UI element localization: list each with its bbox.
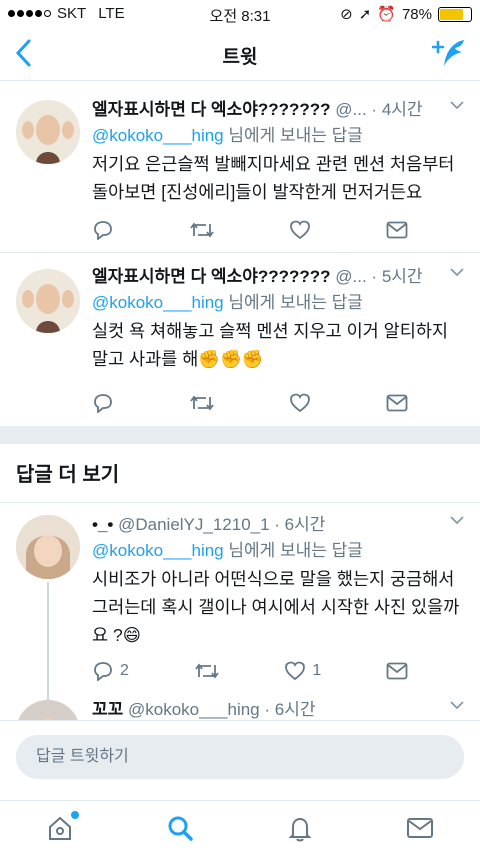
heart-icon xyxy=(285,661,306,681)
author-name[interactable]: 엘자표시하면 다 엑소야??????? xyxy=(92,100,331,119)
tweet-text: 시비조가 아니라 어떤식으로 말을 했는지 궁금해서 그러는데 혹시 갤이나 여… xyxy=(92,569,460,645)
like-button[interactable]: 1 xyxy=(284,661,321,681)
heart-icon xyxy=(290,393,311,413)
messages-icon xyxy=(407,818,433,838)
tab-messages[interactable] xyxy=(405,813,435,843)
heart-icon xyxy=(290,220,311,240)
reply-context: @kokoko___hing 님에게 보내는 답글 xyxy=(92,289,464,317)
tab-bar xyxy=(0,800,480,855)
home-icon xyxy=(49,816,71,840)
avatar[interactable] xyxy=(16,269,80,333)
tweet-menu-button[interactable] xyxy=(450,100,464,110)
more-replies-heading: 답글 더 보기 xyxy=(16,464,120,486)
reply-button[interactable] xyxy=(92,393,114,413)
chevron-down-icon xyxy=(450,101,464,110)
mention-link[interactable]: @kokoko___hing xyxy=(92,541,224,560)
reply-context: @kokoko___hing 님에게 보내는 답글 xyxy=(92,537,464,565)
avatar[interactable] xyxy=(16,515,80,579)
tweet-text: 실컷 욕 쳐해놓고 슬쩍 멘션 지우고 이거 알티하지 말고 사과를 해✊✊✊ xyxy=(92,321,449,369)
tweet-menu-button[interactable] xyxy=(450,515,464,525)
tab-search[interactable] xyxy=(165,813,195,843)
chevron-down-icon xyxy=(450,516,464,525)
mention-link[interactable]: @kokoko___hing xyxy=(92,293,224,312)
battery-icon xyxy=(438,6,472,22)
author-meta: @DanielYJ_1210_1 · 6시간 xyxy=(118,515,326,534)
reply-count: 2 xyxy=(120,662,129,679)
reply-context-label: 님에게 보내는 답글 xyxy=(223,293,363,312)
reply-icon xyxy=(94,221,112,240)
retweet-icon xyxy=(194,663,219,679)
nav-bar: 트윗 xyxy=(0,28,480,81)
location-icon: ➚ xyxy=(358,6,372,23)
like-button[interactable] xyxy=(289,220,311,240)
mention-link[interactable]: @kokoko___hing xyxy=(92,126,224,145)
rotation-lock-icon: ⊘ xyxy=(340,6,353,23)
tweet-menu-button[interactable] xyxy=(450,267,464,277)
compose-tweet-icon xyxy=(432,40,464,66)
page-title: 트윗 xyxy=(222,47,258,68)
tab-notifications[interactable] xyxy=(285,813,315,843)
avatar[interactable] xyxy=(16,700,80,720)
author-meta: @kokoko___hing · 6시간 xyxy=(128,700,316,719)
reply-context: @kokoko___hing 님에게 보내는 답글 xyxy=(92,122,464,150)
message-button[interactable] xyxy=(386,393,408,413)
envelope-icon xyxy=(386,394,408,412)
tweet-text: 저기요 은근슬쩍 발빼지마세요 관련 멘션 처음부터 돌아보면 [진성에리]들이… xyxy=(92,154,455,202)
reply-button[interactable] xyxy=(92,220,114,240)
envelope-icon xyxy=(386,662,408,680)
section-divider xyxy=(0,426,480,444)
reply-button[interactable]: 2 xyxy=(92,661,129,681)
author-meta: @... · 5시간 xyxy=(335,267,423,286)
author-name[interactable]: •_• xyxy=(92,515,113,534)
author-name[interactable]: 엘자표시하면 다 엑소야??????? xyxy=(92,267,331,286)
envelope-icon xyxy=(386,221,408,239)
tweet-menu-button[interactable] xyxy=(450,700,464,710)
reply-context-label: 님에게 보내는 답글 xyxy=(223,126,363,145)
search-icon xyxy=(168,816,193,841)
alarm-icon: ⏰ xyxy=(377,6,396,23)
chevron-down-icon xyxy=(450,701,464,710)
reply-tweet[interactable]: 꼬꼬 @kokoko___hing · 6시간 xyxy=(0,694,480,720)
message-button[interactable] xyxy=(386,220,408,240)
reply-input[interactable]: 답글 트윗하기 xyxy=(16,735,464,779)
message-button[interactable] xyxy=(386,661,408,681)
chevron-down-icon xyxy=(450,268,464,277)
notifications-icon xyxy=(288,817,312,842)
reply-icon xyxy=(94,394,112,413)
author-meta: @... · 4시간 xyxy=(335,100,423,119)
like-button[interactable] xyxy=(289,393,311,413)
like-count: 1 xyxy=(312,662,322,679)
compose-button[interactable] xyxy=(432,38,466,70)
notification-dot xyxy=(71,811,79,819)
retweet-button[interactable] xyxy=(194,661,220,681)
reply-icon xyxy=(94,662,112,681)
thread-line xyxy=(47,582,49,700)
reply-composer: 답글 트윗하기 xyxy=(0,720,480,801)
retweet-button[interactable] xyxy=(189,393,215,413)
avatar[interactable] xyxy=(16,100,80,164)
retweet-button[interactable] xyxy=(189,220,215,240)
tab-home[interactable] xyxy=(45,811,79,843)
battery-percent: 78% xyxy=(401,5,432,23)
reply-tweet[interactable]: •_• @DanielYJ_1210_1 · 6시간 @kokoko___hin… xyxy=(0,503,480,693)
reply-context-label: 님에게 보내는 답글 xyxy=(223,541,363,560)
status-bar: SKT LTE 오전 8:31 ⊘ ➚ ⏰ 78% xyxy=(0,0,480,28)
retweet-icon xyxy=(189,222,214,238)
retweet-icon xyxy=(189,395,214,411)
tweet[interactable]: 엘자표시하면 다 엑소야??????? @... · 4시간 @kokoko__… xyxy=(0,84,480,253)
tweet[interactable]: 엘자표시하면 다 엑소야??????? @... · 5시간 @kokoko__… xyxy=(0,253,480,425)
author-name[interactable]: 꼬꼬 xyxy=(92,700,123,719)
